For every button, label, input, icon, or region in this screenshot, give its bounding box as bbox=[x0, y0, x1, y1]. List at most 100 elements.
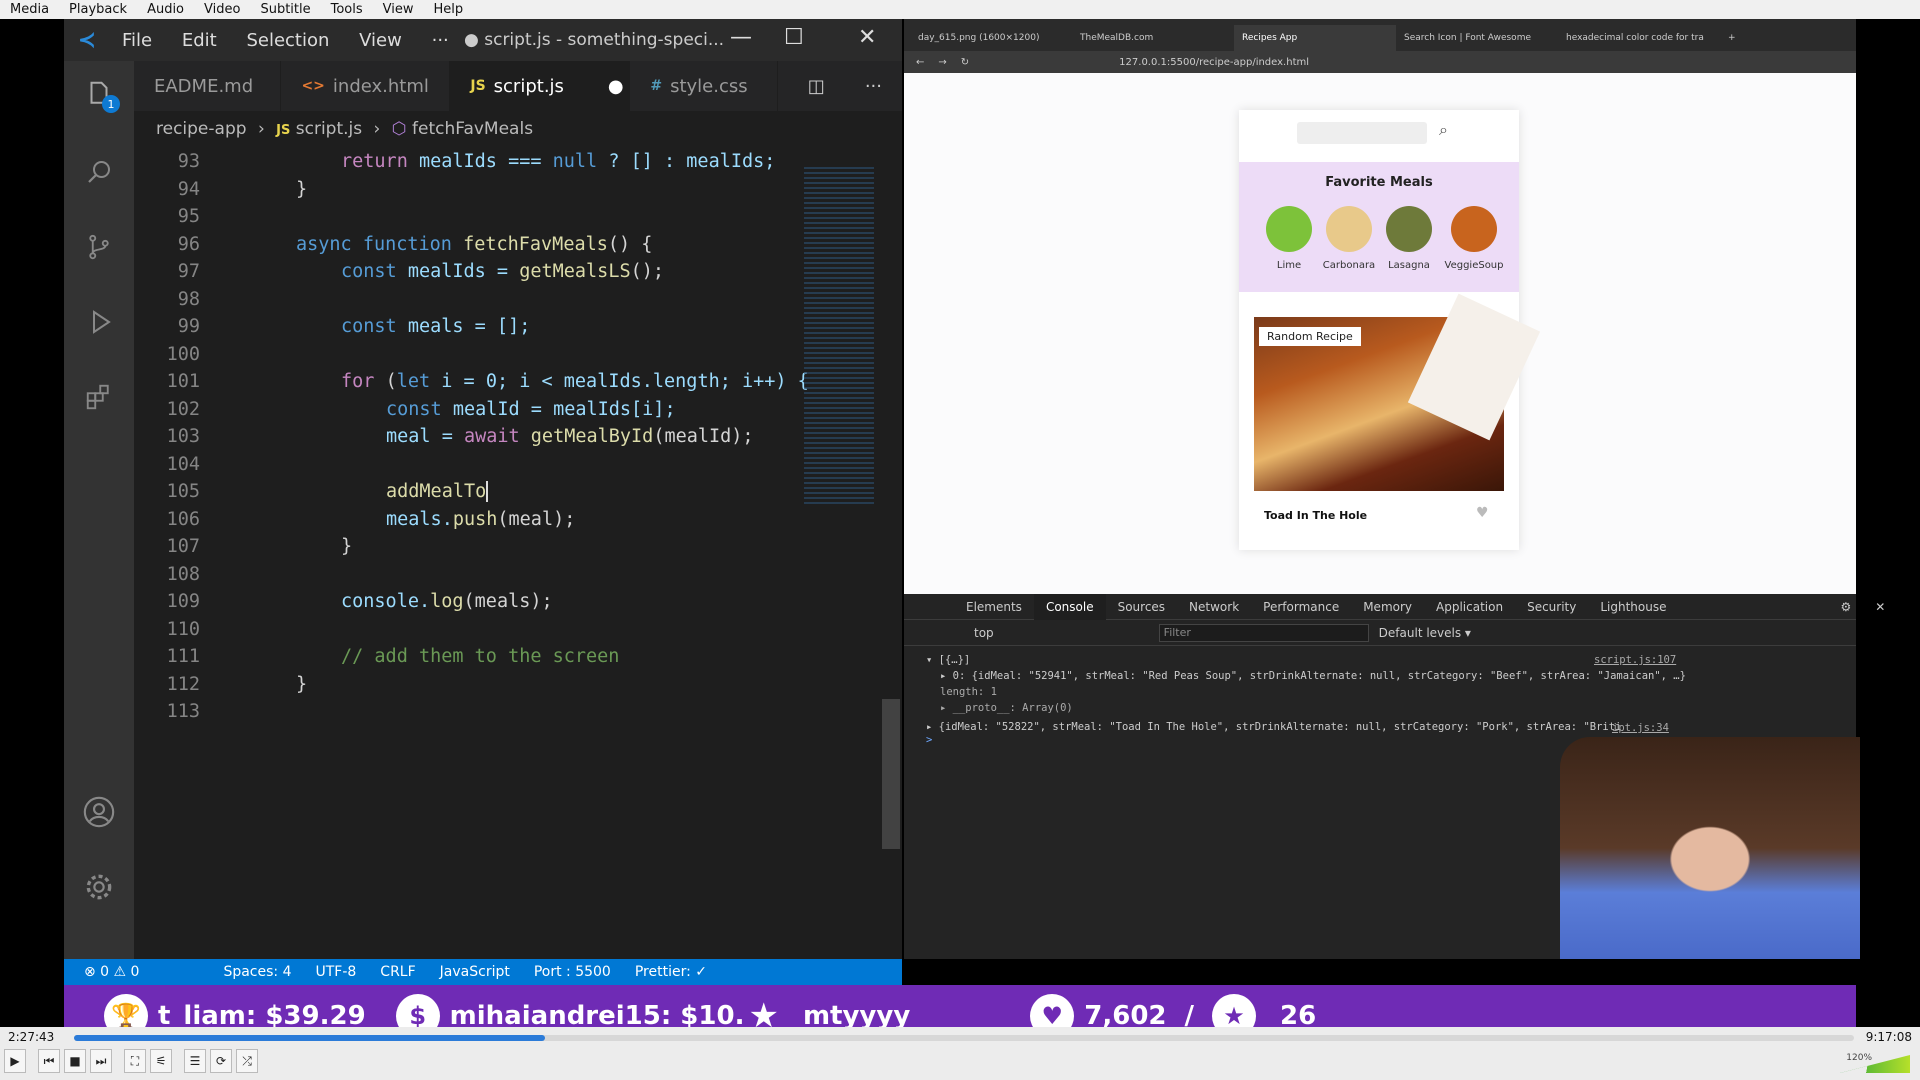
context-select[interactable]: top bbox=[974, 626, 994, 640]
console-log-array[interactable]: ▾ [{…}] bbox=[926, 654, 1686, 670]
eol-status[interactable]: CRLF bbox=[380, 964, 415, 980]
menu-subtitle[interactable]: Subtitle bbox=[250, 2, 320, 17]
menu-tools[interactable]: Tools bbox=[321, 2, 373, 17]
tab-elements[interactable]: Elements bbox=[954, 600, 1034, 614]
more-actions-icon[interactable]: ··· bbox=[845, 61, 902, 111]
prettier-status[interactable]: Prettier: ✓ bbox=[635, 964, 707, 980]
minimize-icon[interactable]: — bbox=[730, 25, 752, 50]
browser-tab[interactable]: Search Icon | Font Awesome bbox=[1396, 25, 1558, 51]
tab-application[interactable]: Application bbox=[1424, 600, 1515, 614]
vscode-menu: File Edit Selection View ··· bbox=[110, 30, 461, 51]
account-icon[interactable] bbox=[78, 791, 120, 833]
breadcrumb-file[interactable]: script.js bbox=[296, 119, 362, 139]
heart-icon[interactable]: ♥ bbox=[1476, 505, 1489, 521]
previous-icon[interactable]: ⏮ bbox=[38, 1049, 60, 1073]
fav-meal[interactable]: Carbonara bbox=[1319, 206, 1379, 271]
extensions-icon[interactable] bbox=[78, 376, 120, 418]
js-file-icon: JS bbox=[276, 123, 291, 138]
vs-menu-file[interactable]: File bbox=[122, 30, 152, 51]
run-debug-icon[interactable] bbox=[78, 301, 120, 343]
indent-status[interactable]: Spaces: 4 bbox=[223, 964, 291, 980]
menu-audio[interactable]: Audio bbox=[137, 2, 194, 17]
tab-network[interactable]: Network bbox=[1177, 600, 1251, 614]
search-icon[interactable] bbox=[78, 151, 120, 193]
encoding-status[interactable]: UTF-8 bbox=[315, 964, 356, 980]
gear-icon[interactable]: ⚙ bbox=[1829, 600, 1864, 614]
gear-icon[interactable] bbox=[78, 866, 120, 908]
tab-memory[interactable]: Memory bbox=[1351, 600, 1424, 614]
extended-settings-icon[interactable]: ⚟ bbox=[150, 1049, 172, 1073]
total-time: 9:17:08 bbox=[1865, 1030, 1912, 1044]
maximize-icon[interactable]: ☐ bbox=[784, 25, 804, 50]
log-levels-select[interactable]: Default levels ▾ bbox=[1379, 626, 1471, 640]
menu-help[interactable]: Help bbox=[424, 2, 474, 17]
tab-lighthouse[interactable]: Lighthouse bbox=[1588, 600, 1678, 614]
source-control-icon[interactable] bbox=[78, 226, 120, 268]
source-link[interactable]: script.js:107 bbox=[1594, 654, 1676, 666]
fav-meal[interactable]: Lasagna bbox=[1379, 206, 1439, 271]
line-number: 94 bbox=[177, 178, 200, 200]
filter-input[interactable]: Filter bbox=[1158, 623, 1369, 642]
shuffle-icon[interactable]: ⤮ bbox=[236, 1049, 258, 1073]
search-icon[interactable]: ⌕ bbox=[1439, 120, 1448, 140]
next-icon[interactable]: ⏭ bbox=[90, 1049, 112, 1073]
volume-percent: 120% bbox=[1846, 1053, 1872, 1063]
vs-menu-more[interactable]: ··· bbox=[432, 30, 449, 51]
video-area[interactable]: ≺ File Edit Selection View ··· ● script.… bbox=[0, 19, 1920, 1047]
breadcrumb-symbol[interactable]: fetchFavMeals bbox=[412, 119, 533, 139]
close-icon[interactable]: ✕ bbox=[858, 25, 876, 50]
menu-video[interactable]: Video bbox=[194, 2, 250, 17]
fav-meal[interactable]: VeggieSoup bbox=[1439, 206, 1509, 271]
menu-view[interactable]: View bbox=[373, 2, 424, 17]
search-input[interactable] bbox=[1297, 122, 1427, 144]
url-text[interactable]: 127.0.0.1:5500/recipe-app/index.html bbox=[1119, 57, 1309, 68]
breadcrumb-folder[interactable]: recipe-app bbox=[156, 119, 247, 139]
loop-icon[interactable]: ⟳ bbox=[210, 1049, 232, 1073]
minimap[interactable] bbox=[804, 167, 874, 507]
console-log-item[interactable]: ▸ 0: {idMeal: "52941", strMeal: "Red Pea… bbox=[926, 670, 1686, 686]
new-tab-icon[interactable]: + bbox=[1720, 25, 1750, 51]
tab-sources[interactable]: Sources bbox=[1106, 600, 1177, 614]
play-icon[interactable]: ▶ bbox=[4, 1049, 26, 1073]
playlist-icon[interactable]: ☰ bbox=[184, 1049, 206, 1073]
vs-menu-edit[interactable]: Edit bbox=[182, 30, 217, 51]
tab-console[interactable]: Console bbox=[1033, 593, 1106, 620]
address-bar[interactable]: ← → ↻ 127.0.0.1:5500/recipe-app/index.ht… bbox=[904, 51, 1856, 73]
fav-meal[interactable]: Lime bbox=[1259, 206, 1319, 271]
tab-security[interactable]: Security bbox=[1515, 600, 1588, 614]
console-log-object[interactable]: ▸ {idMeal: "52822", strMeal: "Toad In Th… bbox=[926, 718, 1686, 734]
browser-tab[interactable]: hexadecimal color code for tra bbox=[1558, 25, 1720, 51]
meal-name: Lasagna bbox=[1388, 260, 1430, 271]
problems-status[interactable]: ⊗ 0 ⚠ 0 bbox=[84, 964, 139, 980]
tab-performance[interactable]: Performance bbox=[1251, 600, 1351, 614]
close-icon[interactable]: ✕ bbox=[1863, 600, 1897, 614]
browser-tab-active[interactable]: Recipes App bbox=[1234, 25, 1396, 51]
seek-bar[interactable] bbox=[74, 1035, 1854, 1041]
reload-icon[interactable]: ↻ bbox=[961, 57, 969, 68]
vs-menu-selection[interactable]: Selection bbox=[246, 30, 329, 51]
line-number: 108 bbox=[166, 563, 200, 585]
browser-tab[interactable]: TheMealDB.com bbox=[1072, 25, 1234, 51]
live-server-status[interactable]: Port : 5500 bbox=[534, 964, 611, 980]
browser-tab[interactable]: day_615.png (1600×1200) bbox=[910, 25, 1072, 51]
language-status[interactable]: JavaScript bbox=[440, 964, 510, 980]
menu-media[interactable]: Media bbox=[0, 2, 59, 17]
menu-playback[interactable]: Playback bbox=[59, 2, 137, 17]
tab-script-js[interactable]: JS script.js ● bbox=[450, 61, 631, 111]
tab-style-css[interactable]: # style.css bbox=[630, 61, 778, 111]
recipe-name: Toad In The Hole bbox=[1264, 509, 1368, 522]
editor-scrollbar[interactable] bbox=[882, 699, 900, 849]
tab-readme[interactable]: EADME.md bbox=[134, 61, 282, 111]
tab-index-html[interactable]: <> index.html bbox=[281, 61, 451, 111]
stop-icon[interactable]: ■ bbox=[64, 1049, 86, 1073]
unsaved-dot-icon[interactable]: ● bbox=[608, 76, 624, 97]
code-editor[interactable]: 93 94 95 96 97 98 99 100 101 102 103 104… bbox=[134, 151, 809, 751]
back-icon[interactable]: ← bbox=[916, 57, 924, 68]
vs-menu-view[interactable]: View bbox=[359, 30, 402, 51]
fullscreen-icon[interactable]: ⛶ bbox=[124, 1049, 146, 1073]
source-link[interactable]: ipt.js:34 bbox=[1612, 722, 1669, 734]
console-log-proto[interactable]: ▸ __proto__: Array(0) bbox=[926, 702, 1686, 718]
split-editor-icon[interactable]: ◫ bbox=[788, 61, 845, 111]
forward-icon[interactable]: → bbox=[938, 57, 946, 68]
explorer-icon[interactable]: 1 bbox=[78, 73, 120, 115]
